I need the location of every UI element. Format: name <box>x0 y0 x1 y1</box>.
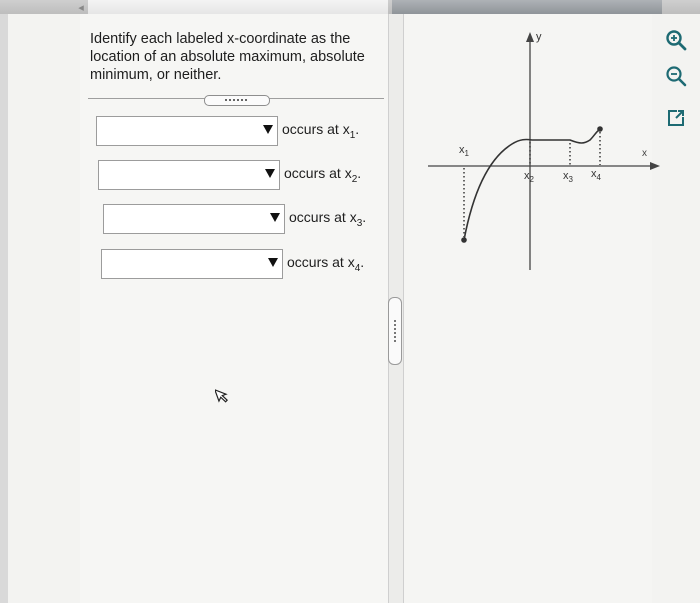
answer-label-1: occurs at x1. <box>282 121 360 141</box>
label-x3: x3 <box>563 170 574 184</box>
dropdown-caret-icon[interactable] <box>270 213 280 222</box>
answer-select-4[interactable] <box>101 249 283 279</box>
curve-endpoint-right <box>597 126 603 132</box>
answer-select-3[interactable] <box>103 204 285 234</box>
function-graph: y x x1 x2 x3 x4 <box>428 31 660 270</box>
x-axis-label: x <box>642 148 647 159</box>
question-text: Identify each labeled x-coordinate as th… <box>90 30 380 84</box>
curve-endpoint-left <box>461 237 467 243</box>
label-x2: x2 <box>524 170 535 184</box>
header-strip-dark <box>392 0 662 14</box>
function-curve <box>463 128 601 241</box>
dropdown-caret-icon[interactable] <box>265 169 275 178</box>
dropdown-caret-icon[interactable] <box>268 258 278 267</box>
zoom-in-icon[interactable] <box>664 28 688 52</box>
answer-label-3: occurs at x3. <box>289 209 367 229</box>
question-line-3: minimum, or neither. <box>90 67 222 83</box>
zoom-out-icon[interactable] <box>664 64 688 88</box>
y-axis-label: y <box>536 31 542 43</box>
answer-select-1[interactable] <box>96 116 278 146</box>
dropdown-caret-icon[interactable] <box>263 125 273 134</box>
label-x1: x1 <box>459 144 470 158</box>
show-more-button[interactable] <box>204 95 270 106</box>
splitter-handle[interactable] <box>388 297 402 365</box>
question-line-1: Identify each labeled x-coordinate as th… <box>90 31 351 47</box>
answer-label-4: occurs at x4. <box>287 254 365 274</box>
external-link-icon[interactable] <box>664 106 688 130</box>
y-axis-arrow <box>526 32 534 42</box>
question-line-2: location of an absolute maximum, absolut… <box>90 49 365 65</box>
header-strip <box>88 0 388 14</box>
x-axis-arrow <box>650 162 660 170</box>
label-x4: x4 <box>591 168 602 182</box>
answer-select-2[interactable] <box>98 160 280 190</box>
answer-label-2: occurs at x2. <box>284 165 362 185</box>
mouse-cursor-icon <box>215 388 229 403</box>
